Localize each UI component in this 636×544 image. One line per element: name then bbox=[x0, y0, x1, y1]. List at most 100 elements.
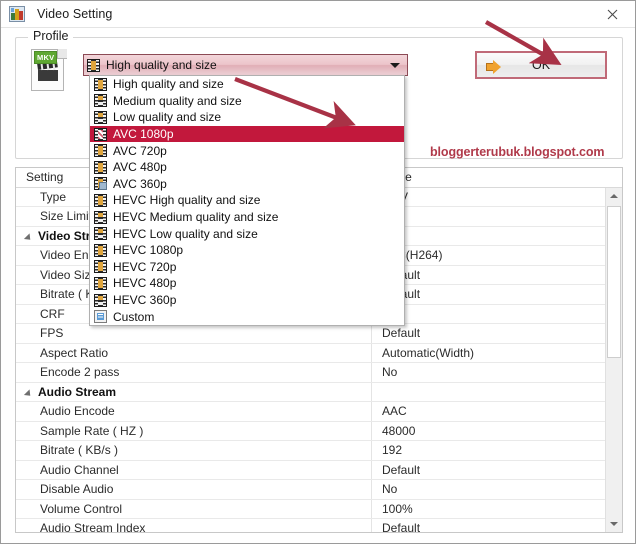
dropdown-item-label: Medium quality and size bbox=[113, 93, 242, 108]
profile-group-label: Profile bbox=[28, 29, 74, 43]
dropdown-item[interactable]: HEVC High quality and size bbox=[90, 192, 404, 209]
cell-value[interactable] bbox=[372, 383, 622, 402]
film-strip-icon bbox=[94, 293, 107, 307]
profile-combobox[interactable]: High quality and size bbox=[83, 54, 408, 76]
video-setting-dialog: Video Setting Profile MKV High quality a… bbox=[0, 0, 636, 544]
dropdown-item[interactable]: AVC 480p bbox=[90, 159, 404, 176]
dropdown-item[interactable]: HEVC Low quality and size bbox=[90, 225, 404, 242]
orange-arrow-icon bbox=[486, 60, 502, 74]
cell-setting: Audio Channel bbox=[16, 460, 372, 479]
table-row[interactable]: FPS Default bbox=[16, 324, 622, 344]
profile-combobox-value: High quality and size bbox=[106, 58, 217, 72]
dropdown-item[interactable]: HEVC Medium quality and size bbox=[90, 209, 404, 226]
cell-value[interactable]: AAC bbox=[372, 402, 622, 421]
dropdown-item[interactable]: Low quality and size bbox=[90, 109, 404, 126]
table-row[interactable]: Disable Audio No bbox=[16, 480, 622, 500]
cell-setting: FPS bbox=[16, 324, 372, 343]
dropdown-item[interactable]: Medium quality and size bbox=[90, 93, 404, 110]
cell-setting: Sample Rate ( HZ ) bbox=[16, 421, 372, 440]
table-row[interactable]: Sample Rate ( HZ ) 48000 bbox=[16, 421, 622, 441]
cell-value[interactable]: No bbox=[372, 363, 622, 382]
film-strip-icon bbox=[94, 160, 107, 174]
cell-value[interactable]: Default bbox=[372, 324, 622, 343]
mkv-badge-label: MKV bbox=[34, 51, 58, 64]
cell-value[interactable]: Off bbox=[372, 305, 622, 324]
profile-dropdown-list[interactable]: High quality and size Medium quality and … bbox=[89, 75, 405, 326]
watermark-text: bloggerterubuk.blogspot.com bbox=[430, 145, 605, 159]
dropdown-item[interactable]: HEVC 1080p bbox=[90, 242, 404, 259]
film-strip-icon bbox=[94, 210, 107, 224]
film-strip-icon bbox=[94, 110, 107, 124]
mkv-file-icon: MKV bbox=[31, 49, 67, 93]
dropdown-item[interactable]: Custom bbox=[90, 308, 404, 325]
dropdown-item[interactable]: AVC 1080p bbox=[90, 125, 404, 143]
dropdown-item-label: AVC 720p bbox=[113, 143, 167, 158]
film-strip-icon bbox=[87, 58, 100, 72]
chevron-down-icon[interactable] bbox=[386, 55, 404, 75]
dropdown-item-label: HEVC 480p bbox=[113, 276, 177, 291]
dropdown-item-label: AVC 480p bbox=[113, 160, 167, 175]
table-row[interactable]: Audio Channel Default bbox=[16, 460, 622, 480]
cell-value[interactable]: No bbox=[372, 480, 622, 499]
dropdown-item[interactable]: HEVC 720p bbox=[90, 259, 404, 276]
cell-value[interactable]: 100% bbox=[372, 500, 622, 519]
cell-setting: Volume Control bbox=[16, 499, 372, 518]
table-row[interactable]: Audio Stream Index Default bbox=[16, 519, 622, 532]
dropdown-item-label: Low quality and size bbox=[113, 110, 222, 125]
dropdown-item[interactable]: HEVC 360p bbox=[90, 292, 404, 309]
table-row[interactable]: Aspect Ratio Automatic(Width) bbox=[16, 343, 622, 363]
cell-setting: Audio Stream Index bbox=[16, 519, 372, 532]
column-header-value: Value bbox=[372, 168, 622, 187]
dropdown-item-label: Custom bbox=[113, 309, 155, 324]
cell-value[interactable]: Off bbox=[372, 207, 622, 226]
window-titlebar: Video Setting bbox=[1, 1, 635, 28]
dropdown-item-label: High quality and size bbox=[113, 77, 224, 92]
film-strip-icon bbox=[94, 243, 107, 257]
table-row[interactable]: Volume Control 100% bbox=[16, 499, 622, 519]
cell-value[interactable]: Default bbox=[372, 519, 622, 532]
cell-value[interactable]: Default bbox=[372, 461, 622, 480]
scroll-up-icon[interactable] bbox=[606, 187, 622, 205]
ok-button-label: OK bbox=[531, 58, 551, 72]
cell-value[interactable] bbox=[372, 227, 622, 246]
cell-setting: Audio Stream bbox=[16, 382, 372, 401]
cell-value[interactable]: AVC(H264) bbox=[372, 246, 622, 265]
dropdown-item-label: HEVC 720p bbox=[113, 259, 177, 274]
film-strip-icon bbox=[94, 127, 107, 141]
cell-value[interactable]: Default bbox=[372, 266, 622, 285]
table-row[interactable]: Audio Stream bbox=[16, 382, 622, 402]
scroll-down-icon[interactable] bbox=[606, 515, 622, 532]
cell-value[interactable]: Automatic(Width) bbox=[372, 344, 622, 363]
film-strip-icon bbox=[94, 77, 107, 91]
close-button[interactable] bbox=[590, 1, 635, 27]
dropdown-item[interactable]: High quality and size bbox=[90, 76, 404, 93]
dropdown-item-label: HEVC High quality and size bbox=[113, 193, 261, 208]
dropdown-item[interactable]: AVC 720p bbox=[90, 142, 404, 159]
scrollbar-thumb[interactable] bbox=[607, 205, 621, 358]
film-strip-icon bbox=[94, 193, 107, 207]
film-strip-icon bbox=[94, 94, 107, 108]
dropdown-item-label: HEVC 360p bbox=[113, 293, 177, 308]
video-setting-icon bbox=[9, 6, 25, 22]
dropdown-item[interactable]: HEVC 480p bbox=[90, 275, 404, 292]
custom-profile-icon bbox=[94, 310, 107, 324]
ok-button[interactable]: OK bbox=[475, 51, 607, 79]
close-icon bbox=[607, 9, 618, 19]
film-strip-icon bbox=[94, 260, 107, 274]
window-title: Video Setting bbox=[37, 7, 113, 21]
dropdown-item-label: HEVC Low quality and size bbox=[113, 226, 258, 241]
dropdown-item[interactable]: AVC 360p bbox=[90, 176, 404, 193]
cell-value[interactable]: Default bbox=[372, 285, 622, 304]
film-strip-icon bbox=[94, 227, 107, 241]
dropdown-item-label: AVC 1080p bbox=[113, 127, 174, 142]
dropdown-item-label: HEVC Medium quality and size bbox=[113, 210, 279, 225]
cell-value[interactable]: MKV bbox=[372, 188, 622, 207]
table-row[interactable]: Bitrate ( KB/s ) 192 bbox=[16, 441, 622, 461]
table-row[interactable]: Encode 2 pass No bbox=[16, 363, 622, 383]
grid-scrollbar[interactable] bbox=[605, 187, 622, 532]
cell-setting: Disable Audio bbox=[16, 480, 372, 499]
table-row[interactable]: Audio Encode AAC bbox=[16, 402, 622, 422]
cell-value[interactable]: 192 bbox=[372, 441, 622, 460]
cell-setting: Audio Encode bbox=[16, 402, 372, 421]
cell-value[interactable]: 48000 bbox=[372, 422, 622, 441]
